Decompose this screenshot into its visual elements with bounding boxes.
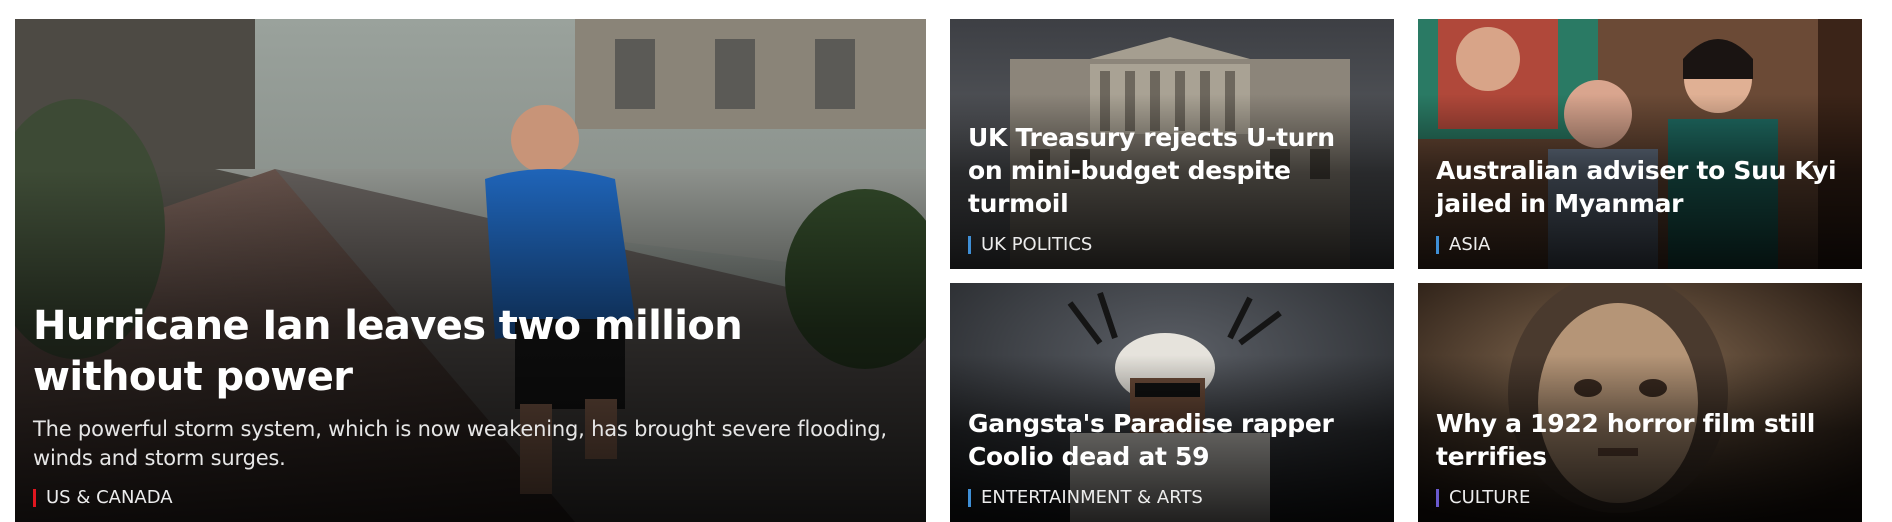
headline[interactable]: Why a 1922 horror film still terrifies xyxy=(1436,407,1844,473)
tag-bar xyxy=(1436,235,1439,254)
section-tag[interactable]: UK POLITICS xyxy=(968,234,1376,255)
tag-bar xyxy=(1436,488,1439,507)
story-card-uk-treasury[interactable]: UK Treasury rejects U-turn on mini-budge… xyxy=(950,19,1394,269)
headline[interactable]: Gangsta's Paradise rapper Coolio dead at… xyxy=(968,407,1376,473)
story-card-coolio[interactable]: Gangsta's Paradise rapper Coolio dead at… xyxy=(950,283,1394,522)
section-tag[interactable]: ASIA xyxy=(1436,234,1844,255)
tag-bar xyxy=(968,488,971,507)
story-card-horror-film[interactable]: Why a 1922 horror film still terrifies C… xyxy=(1418,283,1862,522)
section-tag[interactable]: ENTERTAINMENT & ARTS xyxy=(968,487,1376,508)
lead-story-card[interactable]: Hurricane Ian leaves two million without… xyxy=(15,19,926,522)
tag-label: US & CANADA xyxy=(46,487,173,508)
story-card-suu-kyi-adviser[interactable]: Australian adviser to Suu Kyi jailed in … xyxy=(1418,19,1862,269)
headline[interactable]: Australian adviser to Suu Kyi jailed in … xyxy=(1436,154,1844,220)
section-tag[interactable]: US & CANADA xyxy=(33,487,908,508)
summary: The powerful storm system, which is now … xyxy=(33,417,887,470)
tag-label: CULTURE xyxy=(1449,487,1531,508)
headline[interactable]: UK Treasury rejects U-turn on mini-budge… xyxy=(968,121,1376,220)
tag-bar xyxy=(968,235,971,254)
tag-label: ENTERTAINMENT & ARTS xyxy=(981,487,1203,508)
tag-label: ASIA xyxy=(1449,234,1491,255)
tag-label: UK POLITICS xyxy=(981,234,1093,255)
headline[interactable]: Hurricane Ian leaves two million without… xyxy=(33,301,908,403)
tag-bar xyxy=(33,488,36,507)
section-tag[interactable]: CULTURE xyxy=(1436,487,1844,508)
